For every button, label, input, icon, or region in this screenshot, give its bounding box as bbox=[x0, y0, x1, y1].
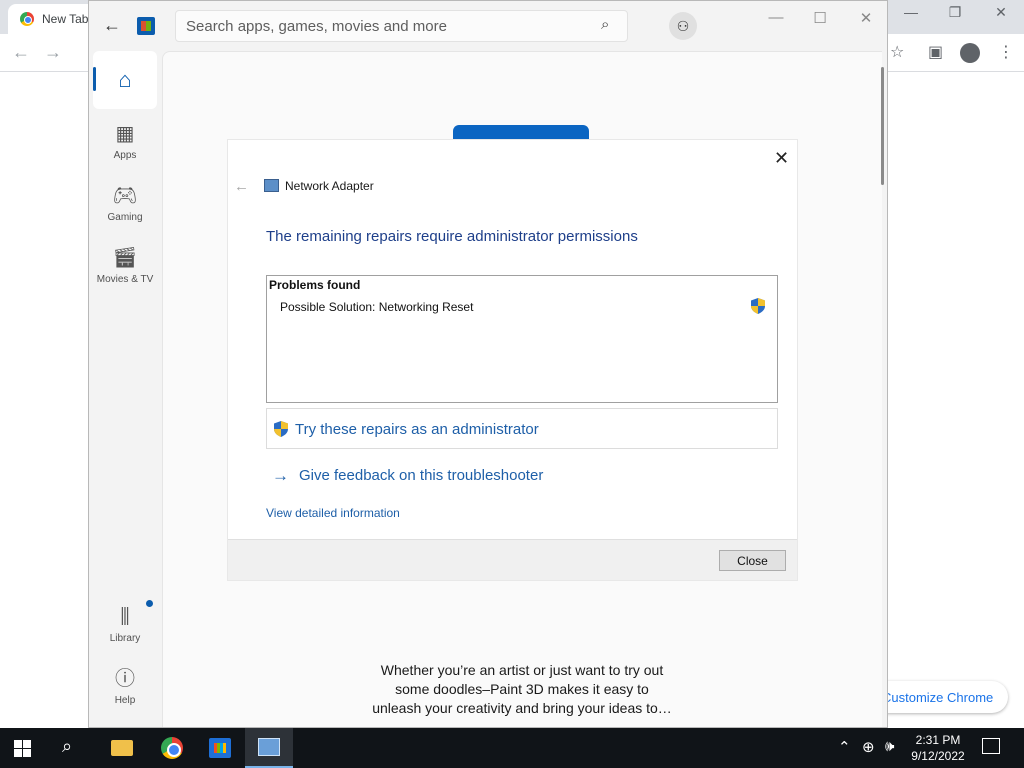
bookmark-star-icon[interactable]: ☆ bbox=[890, 42, 904, 62]
chrome-profile-avatar[interactable] bbox=[960, 43, 980, 63]
view-details-link[interactable]: View detailed information bbox=[266, 506, 400, 520]
help-icon: ⓘ bbox=[115, 667, 135, 690]
store-maximize-button[interactable]: ☐ bbox=[797, 9, 843, 27]
search-icon[interactable]: ⌕ bbox=[601, 16, 609, 33]
store-sidebar: ⌂ ▦ Apps 🎮︎ Gaming 🎬︎ Movies & TV ⫼ Libr… bbox=[89, 51, 161, 727]
notification-icon[interactable] bbox=[982, 738, 1000, 754]
library-update-badge bbox=[146, 600, 153, 607]
user-account-icon[interactable]: ⚇ bbox=[669, 12, 697, 40]
problems-title: Problems found bbox=[269, 278, 361, 292]
nav-help[interactable]: ⓘ Help bbox=[93, 658, 157, 716]
windows-logo-icon bbox=[14, 749, 22, 757]
close-button[interactable]: Close bbox=[719, 550, 786, 571]
problems-list: Problems found Possible Solution: Networ… bbox=[266, 275, 778, 403]
nav-apps-label: Apps bbox=[113, 149, 137, 161]
chrome-restore-button[interactable]: ❐ bbox=[932, 4, 978, 21]
windows-logo-icon bbox=[23, 740, 31, 748]
uac-shield-icon bbox=[274, 421, 288, 437]
chrome-tab-title: New Tab bbox=[42, 12, 89, 26]
store-logo-icon bbox=[137, 17, 155, 35]
chrome-minimize-button[interactable]: — bbox=[888, 4, 934, 20]
nav-apps[interactable]: ▦ Apps bbox=[93, 113, 157, 171]
apps-icon: ▦ bbox=[115, 122, 135, 145]
chrome-icon bbox=[161, 737, 183, 759]
taskbar: ⌕ ⌃ ⊕ 🕪︎ 2:31 PM 9/12/2022 bbox=[0, 728, 1024, 768]
clapperboard-icon: 🎬︎ bbox=[112, 246, 138, 269]
problem-item[interactable]: Possible Solution: Networking Reset bbox=[280, 300, 473, 314]
dialog-back-icon[interactable]: ← bbox=[234, 178, 249, 195]
store-titlebar: ← Search apps, games, movies and more ⌕ … bbox=[89, 1, 887, 51]
chrome-menu-icon[interactable]: ⋮ bbox=[998, 42, 1014, 62]
nav-gaming[interactable]: 🎮︎ Gaming bbox=[93, 175, 157, 233]
paint-description: Whether you’re an artist or just want to… bbox=[372, 662, 672, 716]
admin-repair-link[interactable]: Try these repairs as an administrator bbox=[295, 421, 539, 438]
feedback-link[interactable]: Give feedback on this troubleshooter bbox=[299, 467, 543, 484]
customize-chrome-button[interactable]: Customize Chrome bbox=[868, 681, 1008, 713]
store-search-input[interactable]: Search apps, games, movies and more bbox=[175, 10, 628, 42]
clock-date: 9/12/2022 bbox=[911, 749, 965, 763]
taskbar-file-explorer[interactable] bbox=[98, 728, 146, 768]
store-minimize-button[interactable]: — bbox=[753, 9, 799, 26]
network-adapter-icon bbox=[264, 179, 279, 192]
chevron-up-icon[interactable]: ⌃ bbox=[838, 738, 851, 756]
taskbar-search-icon[interactable]: ⌕ bbox=[62, 736, 72, 757]
troubleshooter-dialog: ✕ ← Network Adapter The remaining repair… bbox=[228, 140, 797, 580]
admin-repair-option[interactable]: Try these repairs as an administrator bbox=[266, 408, 778, 449]
nav-help-label: Help bbox=[114, 694, 136, 706]
nav-home[interactable]: ⌂ bbox=[93, 51, 157, 109]
taskbar-troubleshooter[interactable] bbox=[245, 728, 293, 768]
clock-time: 2:31 PM bbox=[915, 733, 961, 747]
nav-movies-tv-label: Movies & TV bbox=[96, 273, 154, 285]
windows-logo-icon bbox=[14, 740, 22, 748]
volume-icon[interactable]: 🕪︎ bbox=[885, 738, 894, 755]
network-icon[interactable]: ⊕ bbox=[862, 738, 875, 756]
nav-movies-tv[interactable]: 🎬︎ Movies & TV bbox=[93, 237, 157, 295]
dialog-app-name: Network Adapter bbox=[285, 179, 374, 193]
side-panel-icon[interactable]: ▣ bbox=[928, 42, 943, 62]
library-icon: ⫼ bbox=[120, 605, 130, 628]
chrome-logo-icon bbox=[20, 12, 34, 26]
taskbar-chrome[interactable] bbox=[148, 728, 196, 768]
start-button[interactable] bbox=[14, 740, 31, 757]
clock[interactable]: 2:31 PM 9/12/2022 bbox=[908, 732, 968, 764]
store-close-button[interactable]: ✕ bbox=[843, 9, 889, 27]
arrow-right-icon: → bbox=[272, 466, 289, 485]
chrome-close-button[interactable]: ✕ bbox=[978, 4, 1024, 21]
taskbar-store[interactable] bbox=[196, 728, 244, 768]
dialog-footer: Close bbox=[228, 539, 797, 580]
gamepad-icon: 🎮︎ bbox=[112, 184, 138, 207]
nav-gaming-label: Gaming bbox=[107, 211, 143, 223]
dialog-close-icon[interactable]: ✕ bbox=[774, 148, 789, 169]
chrome-forward-icon[interactable]: → bbox=[44, 42, 62, 63]
store-icon bbox=[209, 738, 231, 758]
store-scrollbar[interactable] bbox=[881, 67, 884, 185]
store-back-icon[interactable]: ← bbox=[103, 15, 121, 36]
chrome-back-icon[interactable]: ← bbox=[12, 42, 30, 63]
dialog-heading: The remaining repairs require administra… bbox=[266, 228, 638, 245]
home-icon: ⌂ bbox=[118, 67, 132, 92]
windows-logo-icon bbox=[23, 749, 31, 757]
troubleshooter-icon bbox=[258, 738, 280, 756]
nav-library-label: Library bbox=[109, 632, 141, 644]
nav-library[interactable]: ⫼ Library bbox=[93, 596, 157, 654]
customize-chrome-label: Customize Chrome bbox=[882, 689, 994, 705]
folder-icon bbox=[111, 740, 133, 756]
uac-shield-icon bbox=[751, 298, 765, 314]
